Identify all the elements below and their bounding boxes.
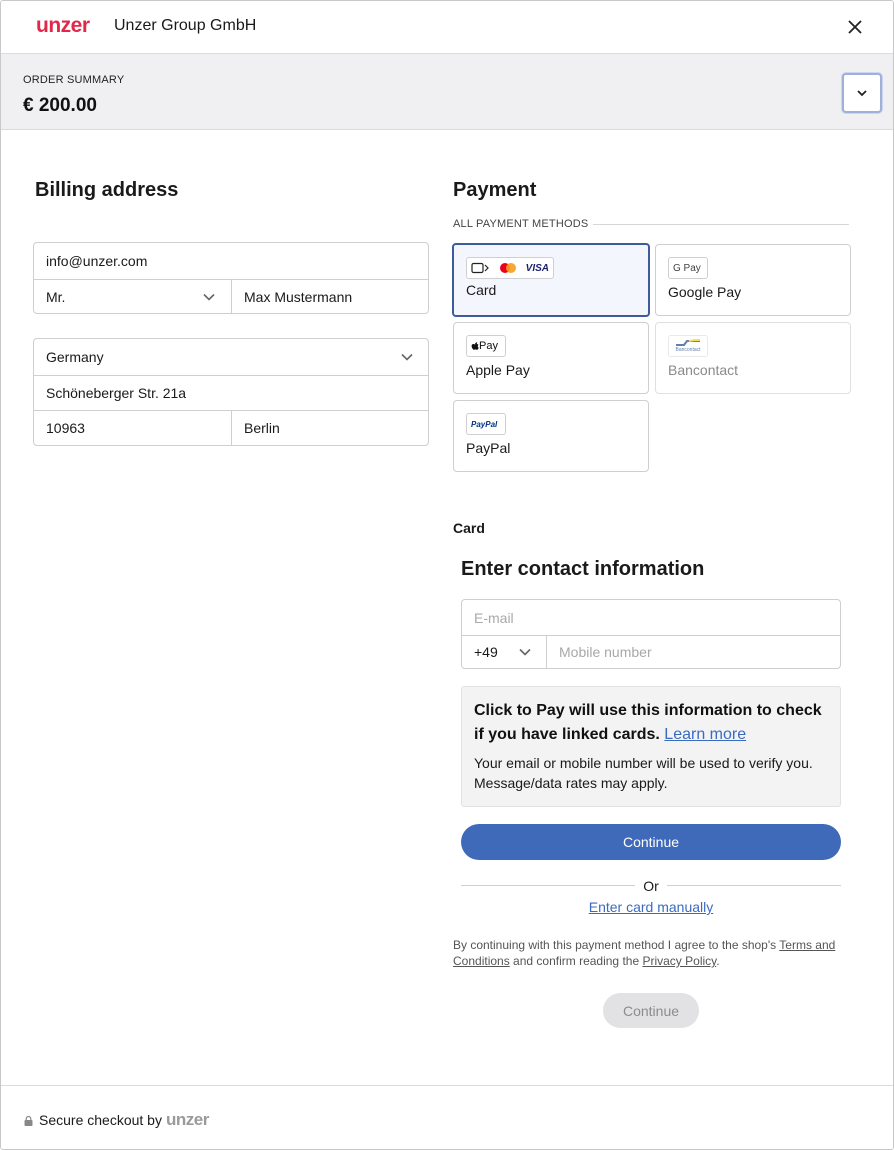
apple-icon — [471, 342, 479, 350]
payment-method-label: Bancontact — [668, 362, 739, 378]
divider — [667, 885, 841, 886]
payment-method-card[interactable]: VISA Card — [452, 243, 650, 317]
country-code-select[interactable]: +49 — [462, 636, 546, 668]
unzer-logo: unzer — [36, 14, 90, 37]
contact-fields: info@unzer.com Mr. Max Mustermann — [33, 242, 429, 314]
learn-more-link[interactable]: Learn more — [664, 726, 746, 743]
unzer-footer-logo: unzer — [166, 1110, 209, 1129]
country-value: Germany — [46, 349, 104, 365]
merchant-name: Unzer Group GmbH — [114, 17, 257, 34]
payment-method-label: Apple Pay — [466, 362, 530, 378]
city-field[interactable]: Berlin — [232, 411, 428, 445]
chevron-down-icon — [401, 353, 413, 361]
paypal-icon: PayPal — [466, 413, 506, 435]
google-pay-icon: G Pay — [668, 257, 708, 279]
bancontact-icon: Bancontact — [668, 335, 708, 357]
chevron-down-icon — [203, 293, 215, 301]
footer: Secure checkout by unzer — [1, 1085, 893, 1149]
apple-pay-icon: Pay — [466, 335, 506, 357]
payment-method-bancontact: Bancontact Bancontact — [655, 322, 851, 394]
salutation-select[interactable]: Mr. — [34, 280, 231, 314]
checkout-window: unzer Unzer Group GmbH ORDER SUMMARY € 2… — [0, 0, 894, 1150]
continue-button[interactable]: Continue — [461, 824, 841, 860]
payment-method-paypal[interactable]: PayPal PayPal — [453, 400, 649, 472]
divider — [593, 224, 849, 225]
order-summary-label: ORDER SUMMARY — [23, 74, 125, 86]
click-to-pay-fields: E-mail +49 Mobile number — [461, 599, 841, 669]
payment-title: Payment — [453, 179, 537, 201]
email-field[interactable]: info@unzer.com — [34, 243, 428, 279]
visa-icon: VISA — [525, 262, 549, 274]
address-fields: Germany Schöneberger Str. 21a 10963 Berl… — [33, 338, 429, 446]
continue-button-disabled: Continue — [603, 993, 699, 1028]
mobile-number-input[interactable]: Mobile number — [547, 636, 840, 668]
order-amount: € 200.00 — [23, 95, 97, 116]
billing-title: Billing address — [35, 179, 179, 201]
country-code-value: +49 — [474, 644, 498, 660]
enter-card-manually-link[interactable]: Enter card manually — [461, 899, 841, 915]
payment-method-label: PayPal — [466, 440, 511, 456]
close-icon[interactable] — [843, 15, 867, 39]
click-to-pay-info: Click to Pay will use this information t… — [461, 686, 841, 807]
mastercard-icon — [500, 263, 517, 273]
privacy-policy-link[interactable]: Privacy Policy — [642, 954, 716, 968]
lock-icon — [24, 1116, 33, 1126]
payment-method-label: Card — [466, 282, 497, 298]
card-brands-badge: VISA — [466, 257, 554, 279]
order-summary: ORDER SUMMARY € 200.00 — [1, 54, 893, 130]
header: unzer Unzer Group GmbH — [1, 1, 893, 54]
zip-field[interactable]: 10963 — [34, 411, 231, 445]
salutation-value: Mr. — [46, 289, 66, 305]
street-field[interactable]: Schöneberger Str. 21a — [34, 376, 428, 410]
or-label: Or — [643, 878, 659, 894]
info-heading: Click to Pay will use this information t… — [474, 702, 822, 743]
secure-checkout-text: Secure checkout by — [39, 1112, 162, 1128]
chevron-down-icon — [857, 90, 867, 97]
card-section-label: Card — [453, 520, 485, 536]
payment-method-label: Google Pay — [668, 284, 742, 300]
order-summary-toggle-button[interactable] — [842, 73, 882, 113]
info-text: Your email or mobile number will be used… — [474, 755, 813, 791]
divider — [461, 885, 635, 886]
country-select[interactable]: Germany — [34, 339, 428, 375]
email-input[interactable]: E-mail — [462, 600, 840, 635]
contactless-card-icon — [471, 262, 489, 274]
contact-info-title: Enter contact information — [461, 558, 705, 580]
payment-method-apple-pay[interactable]: Pay Apple Pay — [453, 322, 649, 394]
payment-methods-label: ALL PAYMENT METHODS — [453, 218, 589, 230]
payment-method-google-pay[interactable]: G Pay Google Pay — [655, 244, 851, 316]
chevron-down-icon — [519, 648, 531, 656]
terms-text: By continuing with this payment method I… — [453, 938, 836, 968]
name-field[interactable]: Max Mustermann — [232, 280, 428, 314]
